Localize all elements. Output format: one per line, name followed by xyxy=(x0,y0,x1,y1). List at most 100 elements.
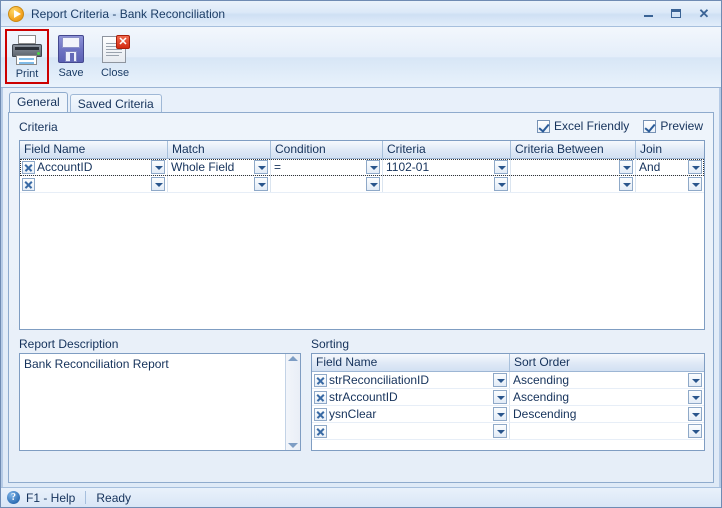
close-button[interactable]: ✕ xyxy=(691,4,717,22)
criteria-col-join[interactable]: Join xyxy=(636,141,704,158)
delete-row-icon[interactable] xyxy=(314,373,327,387)
table-row[interactable] xyxy=(312,423,704,440)
cell-criteria-between[interactable] xyxy=(511,159,636,175)
save-button-label: Save xyxy=(58,67,84,79)
criteria-col-field-name[interactable]: Field Name xyxy=(20,141,168,158)
chevron-down-icon[interactable] xyxy=(494,177,508,191)
cell-sort-order[interactable]: Ascending xyxy=(510,389,704,405)
help-question-icon[interactable]: ? xyxy=(7,491,20,504)
chevron-down-icon[interactable] xyxy=(254,177,268,191)
cell-criteria[interactable]: 1102-01 xyxy=(383,159,511,175)
table-row[interactable]: strAccountID Ascending xyxy=(312,389,704,406)
cell-sort-order-value: Descending xyxy=(513,407,577,421)
window-controls: ✕ xyxy=(635,4,717,22)
tab-strip: General Saved Criteria xyxy=(9,92,719,112)
sorting-col-field-name[interactable]: Field Name xyxy=(312,354,510,371)
document-close-icon: ✕ xyxy=(98,34,132,66)
cell-sort-field-name[interactable] xyxy=(312,423,510,439)
sorting-col-sort-order[interactable]: Sort Order xyxy=(510,354,704,371)
minimize-button[interactable] xyxy=(635,4,661,22)
cell-field-name[interactable] xyxy=(20,176,168,192)
tab-saved-criteria[interactable]: Saved Criteria xyxy=(69,94,162,112)
delete-row-icon[interactable] xyxy=(314,390,327,404)
chevron-down-icon[interactable] xyxy=(619,177,633,191)
cell-sort-field-name-value: strAccountID xyxy=(329,390,398,404)
help-label[interactable]: F1 - Help xyxy=(26,491,75,505)
cell-sort-order[interactable]: Ascending xyxy=(510,372,704,388)
window-title: Report Criteria - Bank Reconciliation xyxy=(31,6,226,21)
criteria-grid-header: Field Name Match Condition Criteria Crit… xyxy=(20,141,704,159)
preview-checkbox-box xyxy=(643,119,657,133)
sorting-grid-empty-area[interactable] xyxy=(312,440,704,450)
preview-checkbox[interactable]: Preview xyxy=(643,119,703,133)
cell-match[interactable]: Whole Field xyxy=(168,159,271,175)
chevron-down-icon[interactable] xyxy=(493,390,507,404)
sorting-grid[interactable]: Field Name Sort Order strReconciliationI… xyxy=(311,353,705,451)
delete-row-icon[interactable] xyxy=(22,177,35,191)
criteria-col-condition[interactable]: Condition xyxy=(271,141,383,158)
delete-row-icon[interactable] xyxy=(22,160,35,174)
cell-match[interactable] xyxy=(168,176,271,192)
scroll-up-arrow-icon[interactable] xyxy=(288,356,298,361)
scroll-down-arrow-icon[interactable] xyxy=(288,443,298,448)
chevron-down-icon[interactable] xyxy=(494,160,508,174)
criteria-header-bar: Criteria Excel Friendly Preview xyxy=(19,118,705,138)
save-button[interactable]: Save xyxy=(49,29,93,84)
table-row[interactable] xyxy=(20,176,704,193)
cell-sort-field-name[interactable]: strAccountID xyxy=(312,389,510,405)
excel-friendly-checkbox[interactable]: Excel Friendly xyxy=(536,119,629,133)
chevron-down-icon[interactable] xyxy=(151,177,165,191)
description-scrollbar[interactable] xyxy=(285,354,300,450)
report-description-text[interactable]: Bank Reconciliation Report xyxy=(20,354,285,450)
chevron-down-icon[interactable] xyxy=(254,160,268,174)
chevron-down-icon[interactable] xyxy=(151,160,165,174)
cell-sort-field-name[interactable]: strReconciliationID xyxy=(312,372,510,388)
criteria-grid-empty-area[interactable] xyxy=(20,193,704,329)
table-row[interactable]: AccountID Whole Field = 1102-01 And xyxy=(20,159,704,176)
general-tab-panel: Criteria Excel Friendly Preview Field Na… xyxy=(8,112,714,483)
cell-sort-order[interactable]: Descending xyxy=(510,406,704,422)
chevron-down-icon[interactable] xyxy=(366,177,380,191)
chevron-down-icon[interactable] xyxy=(493,407,507,421)
chevron-down-icon[interactable] xyxy=(688,373,702,387)
chevron-down-icon[interactable] xyxy=(619,160,633,174)
criteria-col-criteria[interactable]: Criteria xyxy=(383,141,511,158)
chevron-down-icon[interactable] xyxy=(688,390,702,404)
cell-sort-field-name[interactable]: ysnClear xyxy=(312,406,510,422)
cell-join[interactable] xyxy=(636,176,704,192)
delete-row-icon[interactable] xyxy=(314,424,327,438)
tab-general[interactable]: General xyxy=(9,92,68,112)
cell-condition[interactable] xyxy=(271,176,383,192)
chevron-down-icon[interactable] xyxy=(366,160,380,174)
chevron-down-icon[interactable] xyxy=(493,373,507,387)
table-row[interactable]: strReconciliationID Ascending xyxy=(312,372,704,389)
cell-sort-order[interactable] xyxy=(510,423,704,439)
cell-field-name[interactable]: AccountID xyxy=(20,159,168,175)
criteria-options: Excel Friendly Preview xyxy=(536,119,703,133)
cell-sort-field-name-value: strReconciliationID xyxy=(329,373,430,387)
report-description-box[interactable]: Bank Reconciliation Report xyxy=(19,353,301,451)
report-description-section: Report Description Bank Reconciliation R… xyxy=(19,337,301,451)
report-criteria-window: Report Criteria - Bank Reconciliation ✕ … xyxy=(0,0,722,508)
criteria-col-criteria-between[interactable]: Criteria Between xyxy=(511,141,636,158)
excel-friendly-checkbox-box xyxy=(536,119,550,133)
cell-join-value: And xyxy=(639,160,661,174)
table-row[interactable]: ysnClear Descending xyxy=(312,406,704,423)
chevron-down-icon[interactable] xyxy=(688,177,702,191)
chevron-down-icon[interactable] xyxy=(493,424,507,438)
cell-join[interactable]: And xyxy=(636,159,704,175)
cell-condition[interactable]: = xyxy=(271,159,383,175)
maximize-button[interactable] xyxy=(663,4,689,22)
client-area: General Saved Criteria Criteria Excel Fr… xyxy=(1,88,721,487)
cell-criteria-between[interactable] xyxy=(511,176,636,192)
chevron-down-icon[interactable] xyxy=(688,407,702,421)
chevron-down-icon[interactable] xyxy=(688,160,702,174)
chevron-down-icon[interactable] xyxy=(688,424,702,438)
criteria-col-match[interactable]: Match xyxy=(168,141,271,158)
close-toolbar-button[interactable]: ✕ Close xyxy=(93,29,137,84)
criteria-grid[interactable]: Field Name Match Condition Criteria Crit… xyxy=(19,140,705,330)
print-button[interactable]: Print xyxy=(5,29,49,84)
cell-criteria[interactable] xyxy=(383,176,511,192)
floppy-disk-icon xyxy=(54,34,88,66)
delete-row-icon[interactable] xyxy=(314,407,327,421)
